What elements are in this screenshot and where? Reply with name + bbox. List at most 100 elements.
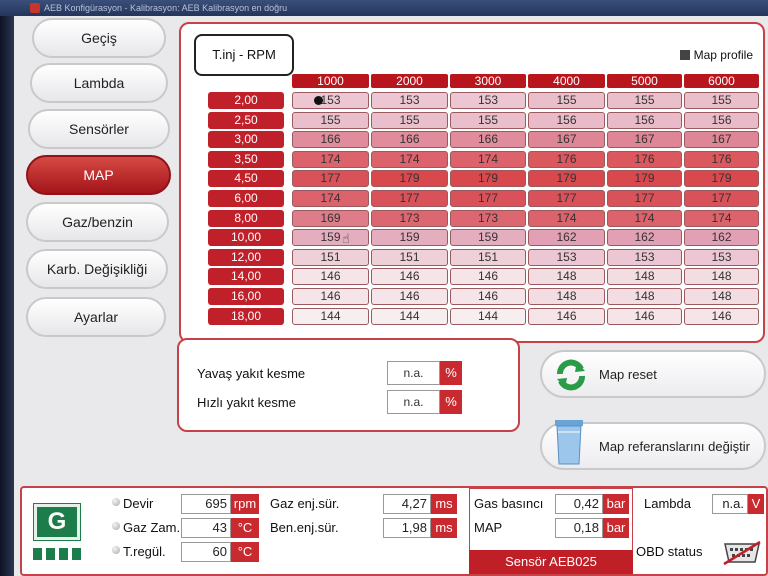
map-cell[interactable]: 162 — [607, 229, 682, 247]
map-cell[interactable]: 144 — [371, 307, 448, 325]
map-cell[interactable]: 177 — [607, 190, 682, 207]
map-cell[interactable]: 176 — [684, 150, 759, 168]
nav-sensorler-button[interactable]: Sensörler — [28, 109, 170, 149]
map-cell[interactable]: 146 — [450, 268, 526, 286]
map-cell[interactable]: 155 — [607, 92, 682, 109]
map-cell[interactable]: 156 — [684, 111, 759, 129]
map-cell[interactable]: 155 — [292, 111, 369, 129]
map-cell[interactable]: 144 — [450, 307, 526, 325]
map-cell[interactable]: 174 — [371, 150, 448, 168]
nav-lambda-button[interactable]: Lambda — [30, 63, 168, 103]
map-profile-toggle[interactable]: Map profile — [679, 48, 753, 62]
nav-map-button[interactable]: MAP — [26, 155, 171, 195]
map-cell[interactable]: 153 — [607, 248, 682, 266]
map-cell[interactable]: 148 — [684, 288, 759, 305]
map-cell[interactable]: 146 — [371, 268, 448, 286]
map-cell[interactable]: 153 — [684, 248, 759, 266]
map-cell[interactable]: 167 — [684, 131, 759, 149]
map-cell[interactable]: 162 — [528, 229, 605, 247]
map-cell[interactable]: 177 — [450, 190, 526, 207]
map-cell[interactable]: 156 — [607, 111, 682, 129]
map-cell[interactable]: 179 — [450, 170, 526, 188]
map-pressure-unit: bar — [603, 518, 629, 538]
map-cell[interactable]: 156 — [528, 111, 605, 129]
map-cell[interactable]: 176 — [607, 150, 682, 168]
fast-cut-value[interactable]: n.a. — [387, 390, 440, 414]
map-cell[interactable]: 155 — [684, 92, 759, 109]
map-cell[interactable]: 151 — [292, 248, 369, 266]
petrol-inj-label: Ben.enj.sür. — [270, 520, 339, 535]
app-window: Geçiş Lambda Sensörler MAP Gaz/benzin Karb. D… — [14, 16, 768, 576]
rpm-header: 3000 — [450, 74, 526, 88]
checkbox-icon[interactable] — [679, 50, 690, 60]
map-cell[interactable]: 179 — [528, 170, 605, 188]
map-cell[interactable]: 148 — [607, 268, 682, 286]
nav-gaz-benzin-button[interactable]: Gaz/benzin — [26, 202, 169, 242]
map-cell[interactable]: 153 — [371, 92, 448, 109]
map-cell[interactable]: 144 — [292, 307, 369, 325]
map-cell[interactable]: 179 — [371, 170, 448, 188]
nav-karb-degisikligi-button[interactable]: Karb. Değişikliği — [26, 249, 168, 289]
rpm-label: Devir — [123, 496, 154, 511]
map-cell[interactable]: 174 — [528, 209, 605, 227]
nav-ayarlar-button[interactable]: Ayarlar — [26, 297, 166, 337]
map-cell[interactable]: 159 — [450, 229, 526, 247]
map-cell[interactable]: 155 — [450, 111, 526, 129]
gas-temp-label: Gaz Zam. — [123, 520, 181, 535]
map-cell[interactable]: 177 — [292, 170, 369, 188]
map-cell[interactable]: 146 — [528, 307, 605, 325]
map-cell[interactable]: 174 — [292, 150, 369, 168]
map-cell[interactable]: 177 — [528, 190, 605, 207]
map-cell[interactable]: 146 — [684, 307, 759, 325]
map-cell[interactable]: 166 — [292, 131, 369, 149]
map-cell[interactable]: 162 — [684, 229, 759, 247]
tinj-row-header: 4,50 — [208, 170, 284, 188]
map-cell[interactable]: 153 — [292, 92, 369, 109]
map-cell[interactable]: 146 — [607, 307, 682, 325]
map-cell[interactable]: 173 — [450, 209, 526, 227]
map-cell[interactable]: 177 — [371, 190, 448, 207]
map-cell[interactable]: 146 — [292, 288, 369, 305]
map-cell[interactable]: 179 — [607, 170, 682, 188]
map-pressure-value: 0,18 — [555, 518, 603, 538]
map-cell[interactable]: 148 — [528, 288, 605, 305]
sensor-button[interactable]: Sensör AEB025 — [469, 550, 633, 574]
map-cell[interactable]: 155 — [371, 111, 448, 129]
map-references-button[interactable]: Map referanslarını değiştir — [540, 420, 766, 470]
map-cell[interactable]: 151 — [371, 248, 448, 266]
map-cell[interactable]: 146 — [292, 268, 369, 286]
map-cell[interactable]: 148 — [607, 288, 682, 305]
map-cell[interactable]: 153 — [528, 248, 605, 266]
map-cell[interactable]: 159 — [371, 229, 448, 247]
map-cell[interactable]: 148 — [684, 268, 759, 286]
map-cell[interactable]: 167 — [607, 131, 682, 149]
nav-gecis-button[interactable]: Geçiş — [32, 18, 166, 58]
tinj-row-header: 3,50 — [208, 150, 284, 168]
map-cell[interactable]: 176 — [528, 150, 605, 168]
map-cell[interactable]: 153 — [450, 92, 526, 109]
app-icon — [30, 3, 40, 13]
map-cell[interactable]: 146 — [450, 288, 526, 305]
map-cell[interactable]: 169 — [292, 209, 369, 227]
map-cell[interactable]: 174 — [684, 209, 759, 227]
map-cell[interactable]: 174 — [292, 190, 369, 207]
reducer-temp-label: T.regül. — [123, 544, 166, 559]
map-cell[interactable]: 166 — [371, 131, 448, 149]
map-reset-button[interactable]: Map reset — [540, 350, 766, 398]
gas-mode-icon[interactable]: G — [33, 503, 81, 541]
map-cell[interactable]: 151 — [450, 248, 526, 266]
map-cell[interactable]: 174 — [607, 209, 682, 227]
map-cell[interactable]: 174 — [450, 150, 526, 168]
map-cell[interactable]: 166 — [450, 131, 526, 149]
map-cell[interactable]: 159 — [292, 229, 369, 247]
map-cell[interactable]: 167 — [528, 131, 605, 149]
map-cell[interactable]: 146 — [371, 288, 448, 305]
fast-cut-label: Hızlı yakıt kesme — [197, 395, 296, 410]
map-reset-label: Map reset — [599, 367, 657, 382]
map-cell[interactable]: 155 — [528, 92, 605, 109]
map-cell[interactable]: 148 — [528, 268, 605, 286]
map-cell[interactable]: 173 — [371, 209, 448, 227]
map-cell[interactable]: 177 — [684, 190, 759, 207]
slow-cut-value[interactable]: n.a. — [387, 361, 440, 385]
map-cell[interactable]: 179 — [684, 170, 759, 188]
